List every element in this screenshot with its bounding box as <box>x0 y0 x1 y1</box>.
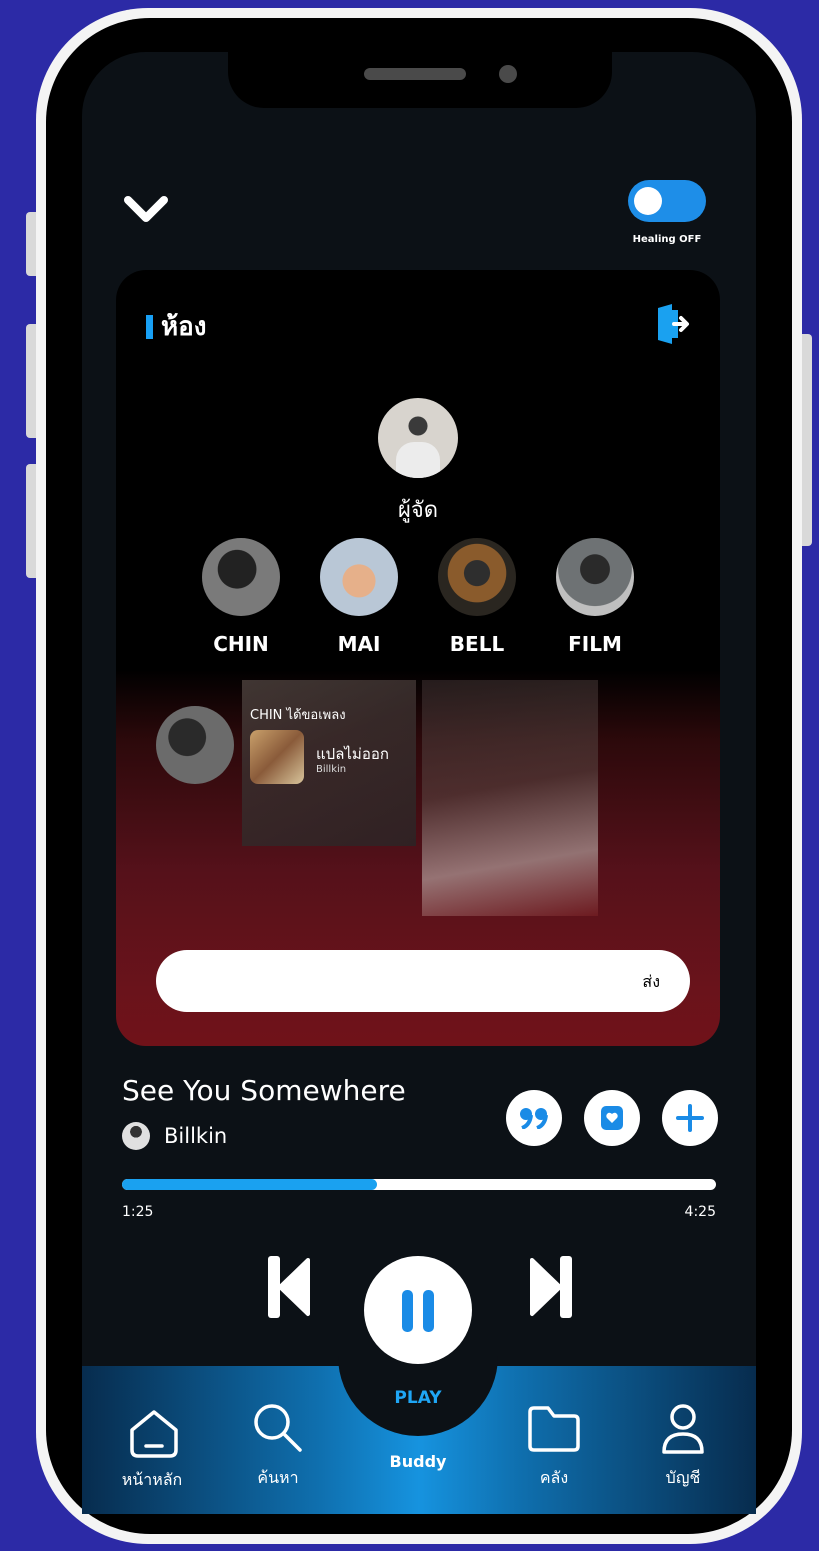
member-avatar-bell[interactable] <box>438 538 516 616</box>
chevron-down-icon[interactable] <box>120 190 172 230</box>
requested-song-title: แปลไม่ออก <box>316 745 389 763</box>
progress-fill <box>122 1179 378 1190</box>
home-icon[interactable] <box>128 1408 180 1460</box>
speaker-grille <box>364 68 466 80</box>
artist-name: Billkin <box>164 1124 228 1148</box>
member-name: MAI <box>337 632 381 656</box>
host-avatar-figure <box>396 442 440 478</box>
lyrics-button[interactable] <box>506 1090 562 1146</box>
folder-icon[interactable] <box>526 1404 582 1454</box>
plus-icon <box>676 1104 704 1132</box>
play-label: PLAY <box>394 1388 442 1408</box>
room-title-text: ห้อง <box>161 312 207 342</box>
room-title: ห้อง <box>146 306 206 347</box>
front-camera <box>499 65 517 83</box>
exit-room-icon[interactable] <box>654 304 690 344</box>
requester-avatar <box>156 706 234 784</box>
notch <box>228 52 612 108</box>
previous-track-icon[interactable] <box>266 1254 310 1320</box>
nav-item-account[interactable]: บัญชี <box>633 1466 733 1491</box>
member-name: BELL <box>449 632 505 656</box>
album-art[interactable] <box>250 730 304 784</box>
toggle-knob <box>634 187 662 215</box>
pause-button[interactable] <box>364 1256 472 1364</box>
host-avatar[interactable] <box>378 398 458 478</box>
member-avatar-film[interactable] <box>556 538 634 616</box>
bookmark-heart-icon <box>601 1106 623 1130</box>
song-title: See You Somewhere <box>122 1074 406 1107</box>
artist-avatar <box>122 1122 150 1150</box>
member-name: CHIN <box>213 632 269 656</box>
healing-toggle[interactable] <box>628 180 706 222</box>
member-avatar-mai[interactable] <box>320 538 398 616</box>
background-photo <box>422 680 598 916</box>
account-icon[interactable] <box>660 1402 706 1458</box>
room-card: ห้อง ผู้จัด CHIN MAI BELL FILM CHIN ได้ข… <box>116 270 720 1046</box>
host-label: ผู้จัด <box>397 498 439 523</box>
search-icon[interactable] <box>250 1400 306 1456</box>
progress-bar[interactable] <box>122 1179 716 1190</box>
total-time: 4:25 <box>684 1204 716 1220</box>
member-avatar-chin[interactable] <box>202 538 280 616</box>
save-button[interactable] <box>584 1090 640 1146</box>
nav-item-library[interactable]: คลัง <box>504 1466 604 1491</box>
title-accent-bar <box>146 314 153 339</box>
next-track-icon[interactable] <box>530 1254 574 1320</box>
nav-item-search[interactable]: ค้นหา <box>228 1466 328 1491</box>
pause-icon <box>402 1290 434 1332</box>
nav-item-home[interactable]: หน้าหลัก <box>102 1468 202 1493</box>
artist-row[interactable]: Billkin <box>122 1122 227 1150</box>
member-name: FILM <box>568 632 622 656</box>
current-time: 1:25 <box>122 1204 154 1220</box>
quote-icon <box>520 1108 548 1129</box>
nav-item-buddy[interactable]: Buddy <box>368 1452 468 1471</box>
send-button[interactable]: ส่ง <box>642 970 660 995</box>
healing-toggle-label: Healing OFF <box>632 234 702 245</box>
requested-song-artist: Billkin <box>316 764 347 775</box>
message-input[interactable]: ส่ง <box>156 950 690 1012</box>
add-to-playlist-button[interactable] <box>662 1090 718 1146</box>
request-notice: CHIN ได้ขอเพลง <box>250 708 346 723</box>
